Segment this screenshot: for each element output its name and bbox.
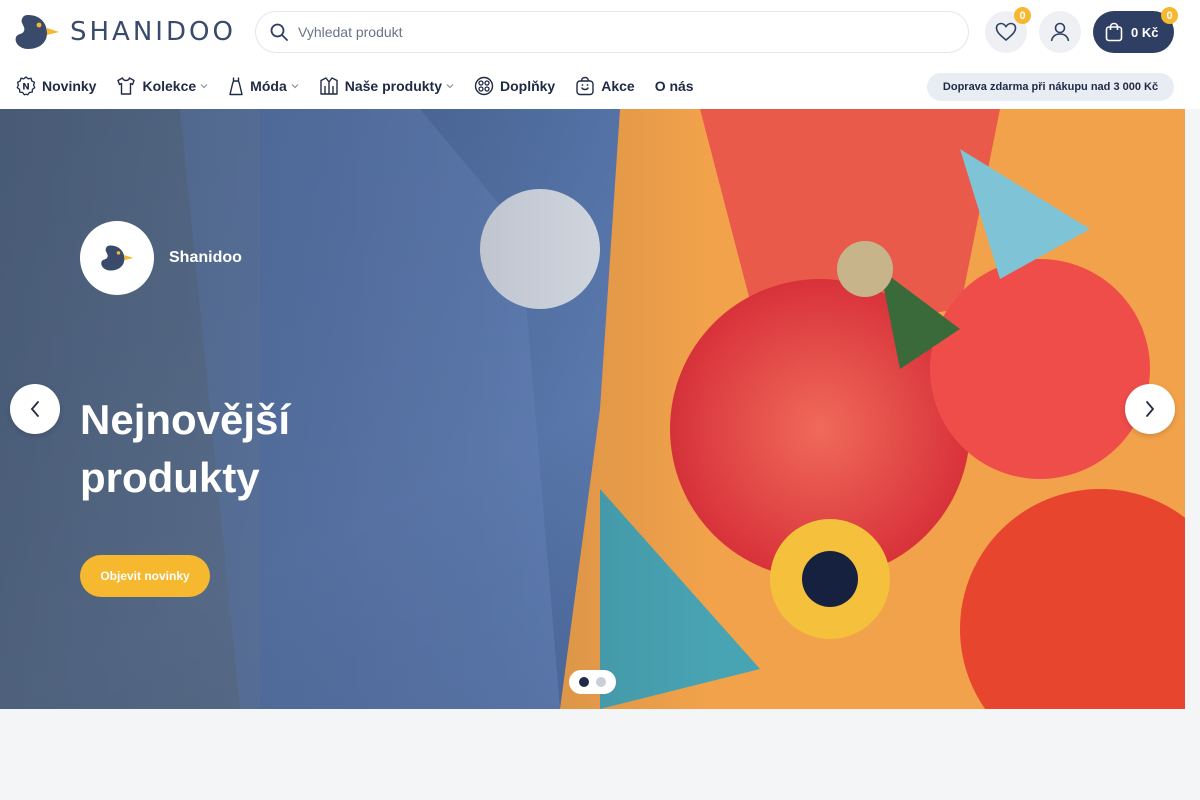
nav-label: Novinky xyxy=(42,78,97,94)
svg-text:N: N xyxy=(22,83,30,93)
search-icon xyxy=(270,23,288,41)
nav-label: Móda xyxy=(250,78,287,94)
nav-item-nase-produkty[interactable]: Naše produkty xyxy=(319,76,454,96)
new-badge-icon: N xyxy=(16,76,36,96)
slider-dot-1[interactable] xyxy=(579,677,589,687)
slider-dot-2[interactable] xyxy=(596,677,606,687)
bird-logo-icon xyxy=(15,15,59,49)
hero-brand[interactable]: Shanidoo xyxy=(80,221,242,295)
nav-item-doplnky[interactable]: Doplňky xyxy=(474,76,555,96)
nav-item-o-nas[interactable]: O nás xyxy=(655,78,694,94)
bird-logo-icon xyxy=(101,245,134,271)
cart-button[interactable]: 0 Kč 0 xyxy=(1093,7,1178,53)
tshirt-icon xyxy=(117,77,136,95)
brand-name: Shanidoo xyxy=(169,249,242,266)
sale-bag-icon xyxy=(576,76,594,96)
heart-icon xyxy=(995,22,1017,42)
dress-icon xyxy=(229,77,243,96)
discover-new-button[interactable]: Objevit novinky xyxy=(80,555,210,597)
site-header: SHANIDOO 0 0 Kč 0 N xyxy=(0,0,1200,109)
chevron-right-icon xyxy=(1146,401,1155,417)
account-button[interactable] xyxy=(1039,11,1081,53)
main-nav: N Novinky Kolekce Móda Naše produkty Dop… xyxy=(16,74,714,98)
nav-item-novinky[interactable]: N Novinky xyxy=(16,76,96,96)
nav-item-akce[interactable]: Akce xyxy=(575,76,635,96)
slider-next-button[interactable] xyxy=(1125,384,1175,434)
chevron-down-icon xyxy=(446,84,454,89)
nav-item-moda[interactable]: Móda xyxy=(228,76,299,96)
search-bar[interactable] xyxy=(255,11,969,53)
hero-slider: Shanidoo Nejnovější produkty Objevit nov… xyxy=(0,109,1185,709)
chevron-left-icon xyxy=(30,401,39,417)
free-shipping-badge: Doprava zdarma při nákupu nad 3 000 Kč xyxy=(927,73,1174,101)
accessories-icon xyxy=(474,76,494,96)
user-icon xyxy=(1050,22,1070,42)
nav-item-kolekce[interactable]: Kolekce xyxy=(116,76,208,96)
nav-label: O nás xyxy=(654,78,694,94)
hero-title: Nejnovější produkty xyxy=(80,396,291,501)
slider-pagination xyxy=(569,670,616,694)
logo-text: SHANIDOO xyxy=(70,17,236,47)
wishlist-count-badge: 0 xyxy=(1014,7,1031,24)
site-logo[interactable]: SHANIDOO xyxy=(14,13,236,51)
nav-label: Kolekce xyxy=(142,78,197,94)
search-input[interactable] xyxy=(298,24,938,40)
nav-label: Naše produkty xyxy=(344,78,442,94)
chevron-down-icon xyxy=(291,84,299,89)
slider-prev-button[interactable] xyxy=(10,384,60,434)
shopping-bag-icon xyxy=(1105,22,1123,42)
nav-label: Akce xyxy=(601,78,635,94)
wishlist-button[interactable]: 0 xyxy=(985,7,1031,53)
nav-label: Doplňky xyxy=(499,78,556,94)
cart-count-badge: 0 xyxy=(1161,7,1178,24)
brand-avatar xyxy=(80,221,154,295)
cart-total: 0 Kč xyxy=(1131,24,1159,40)
jacket-icon xyxy=(320,77,338,95)
chevron-down-icon xyxy=(200,84,208,89)
